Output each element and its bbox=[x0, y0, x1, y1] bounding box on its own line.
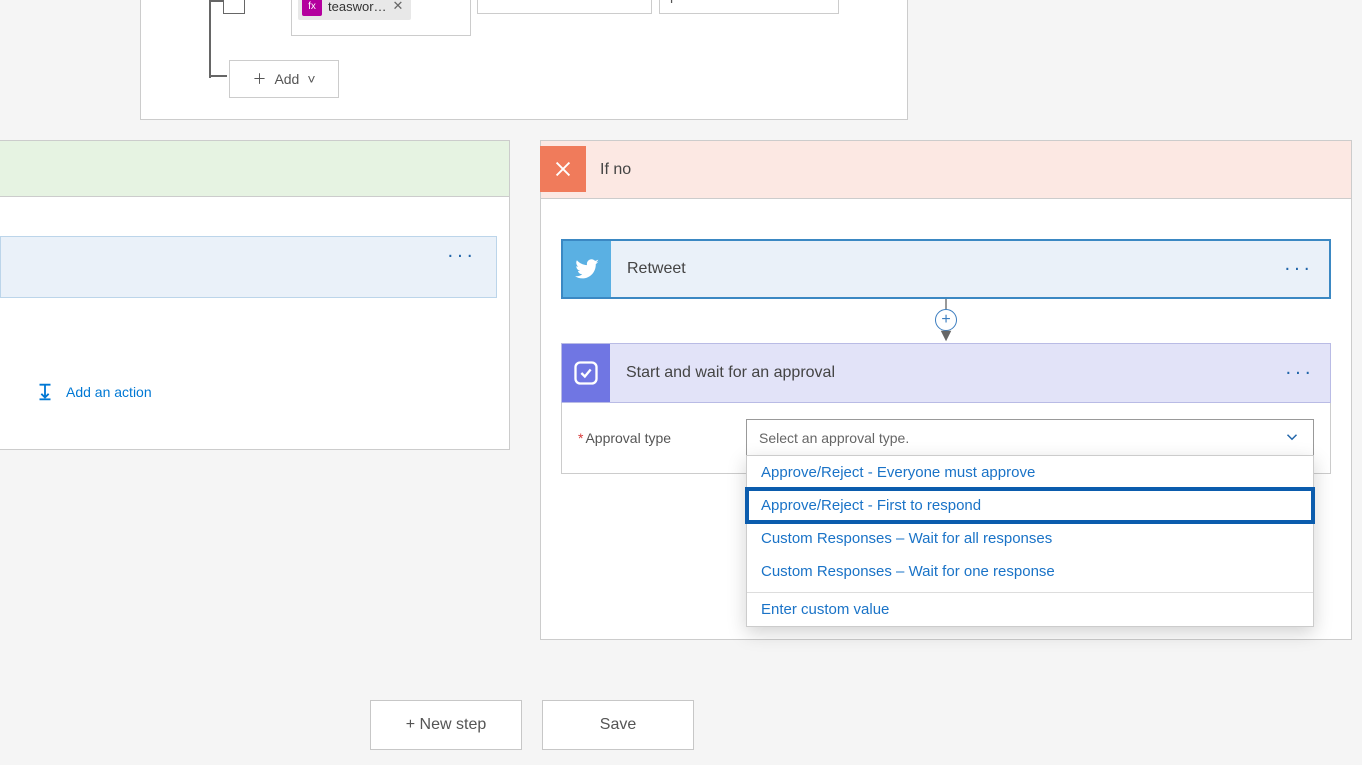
condition-checkbox[interactable] bbox=[223, 0, 245, 14]
approval-option[interactable]: Custom Responses – Wait for all response… bbox=[747, 522, 1313, 555]
plus-icon: ＋ bbox=[252, 69, 266, 89]
condition-compare-value: proble… bbox=[670, 0, 723, 3]
chevron-down-icon bbox=[1283, 428, 1301, 449]
arrow-down-icon: ▼ bbox=[937, 329, 955, 341]
if-no-header: If no bbox=[541, 141, 1351, 199]
add-action-icon bbox=[34, 381, 56, 403]
condition-token-chip: fx teaswor… ✕ bbox=[298, 0, 411, 20]
approval-type-dropdown: Approve/Reject - Everyone must approveAp… bbox=[746, 455, 1314, 627]
retweet-title: Retweet bbox=[627, 260, 686, 278]
approval-body: *Approval type Select an approval type. … bbox=[561, 403, 1331, 474]
retweet-action-card[interactable]: Retweet ··· bbox=[561, 239, 1331, 299]
approval-action-card[interactable]: Start and wait for an approval ··· bbox=[561, 343, 1331, 403]
approval-type-label: *Approval type bbox=[578, 430, 671, 446]
approval-option[interactable]: Approve/Reject - Everyone must approve bbox=[747, 456, 1313, 489]
if-yes-branch: ··· Add an action bbox=[0, 140, 510, 450]
token-remove-icon[interactable]: ✕ bbox=[393, 0, 404, 14]
if-yes-header bbox=[0, 141, 509, 197]
if-no-icon bbox=[540, 146, 586, 192]
approval-type-row: *Approval type Select an approval type. bbox=[578, 419, 1314, 457]
step-connector: + ▼ bbox=[541, 299, 1351, 343]
twitter-icon bbox=[563, 241, 611, 297]
add-label: Add bbox=[274, 71, 299, 87]
approval-type-placeholder: Select an approval type. bbox=[759, 430, 909, 446]
if-no-title: If no bbox=[600, 161, 631, 179]
add-action-button[interactable]: Add an action bbox=[34, 381, 152, 403]
approval-type-select[interactable]: Select an approval type. bbox=[746, 419, 1314, 457]
close-icon bbox=[552, 158, 574, 180]
footer-buttons: + New step Save bbox=[370, 700, 694, 750]
condition-add-button[interactable]: ＋ Add ˅ bbox=[229, 60, 339, 98]
condition-compare-input[interactable]: proble… bbox=[659, 0, 839, 14]
save-button[interactable]: Save bbox=[542, 700, 694, 750]
approval-title: Start and wait for an approval bbox=[626, 364, 835, 382]
condition-operator-select[interactable]: contains ˅ bbox=[477, 0, 652, 14]
token-label: teaswor… bbox=[328, 0, 387, 14]
if-yes-action-card[interactable]: ··· bbox=[0, 236, 497, 298]
if-no-branch: If no Retweet ··· + ▼ Start and wait for… bbox=[540, 140, 1352, 640]
condition-card: fx teaswor… ✕ contains ˅ proble… ＋ Add ˅ bbox=[140, 0, 908, 120]
chevron-down-icon: ˅ bbox=[307, 71, 315, 87]
new-step-button[interactable]: + New step bbox=[370, 700, 522, 750]
required-asterisk: * bbox=[578, 430, 583, 446]
token-icon: fx bbox=[302, 0, 322, 16]
approval-option[interactable]: Approve/Reject - First to respond bbox=[747, 489, 1313, 522]
add-action-label: Add an action bbox=[66, 384, 152, 400]
more-icon[interactable]: ··· bbox=[1284, 258, 1313, 281]
more-icon[interactable]: ··· bbox=[1285, 362, 1314, 385]
chevron-down-icon: ˅ bbox=[633, 0, 641, 3]
approval-option[interactable]: Custom Responses – Wait for one response bbox=[747, 555, 1313, 588]
approval-option-custom[interactable]: Enter custom value bbox=[747, 592, 1313, 626]
condition-tree-line-2 bbox=[209, 75, 227, 77]
condition-operator-label: contains bbox=[488, 0, 540, 3]
more-icon[interactable]: ··· bbox=[447, 244, 476, 267]
condition-value-field[interactable]: fx teaswor… ✕ bbox=[291, 0, 471, 36]
approval-icon bbox=[562, 344, 610, 402]
